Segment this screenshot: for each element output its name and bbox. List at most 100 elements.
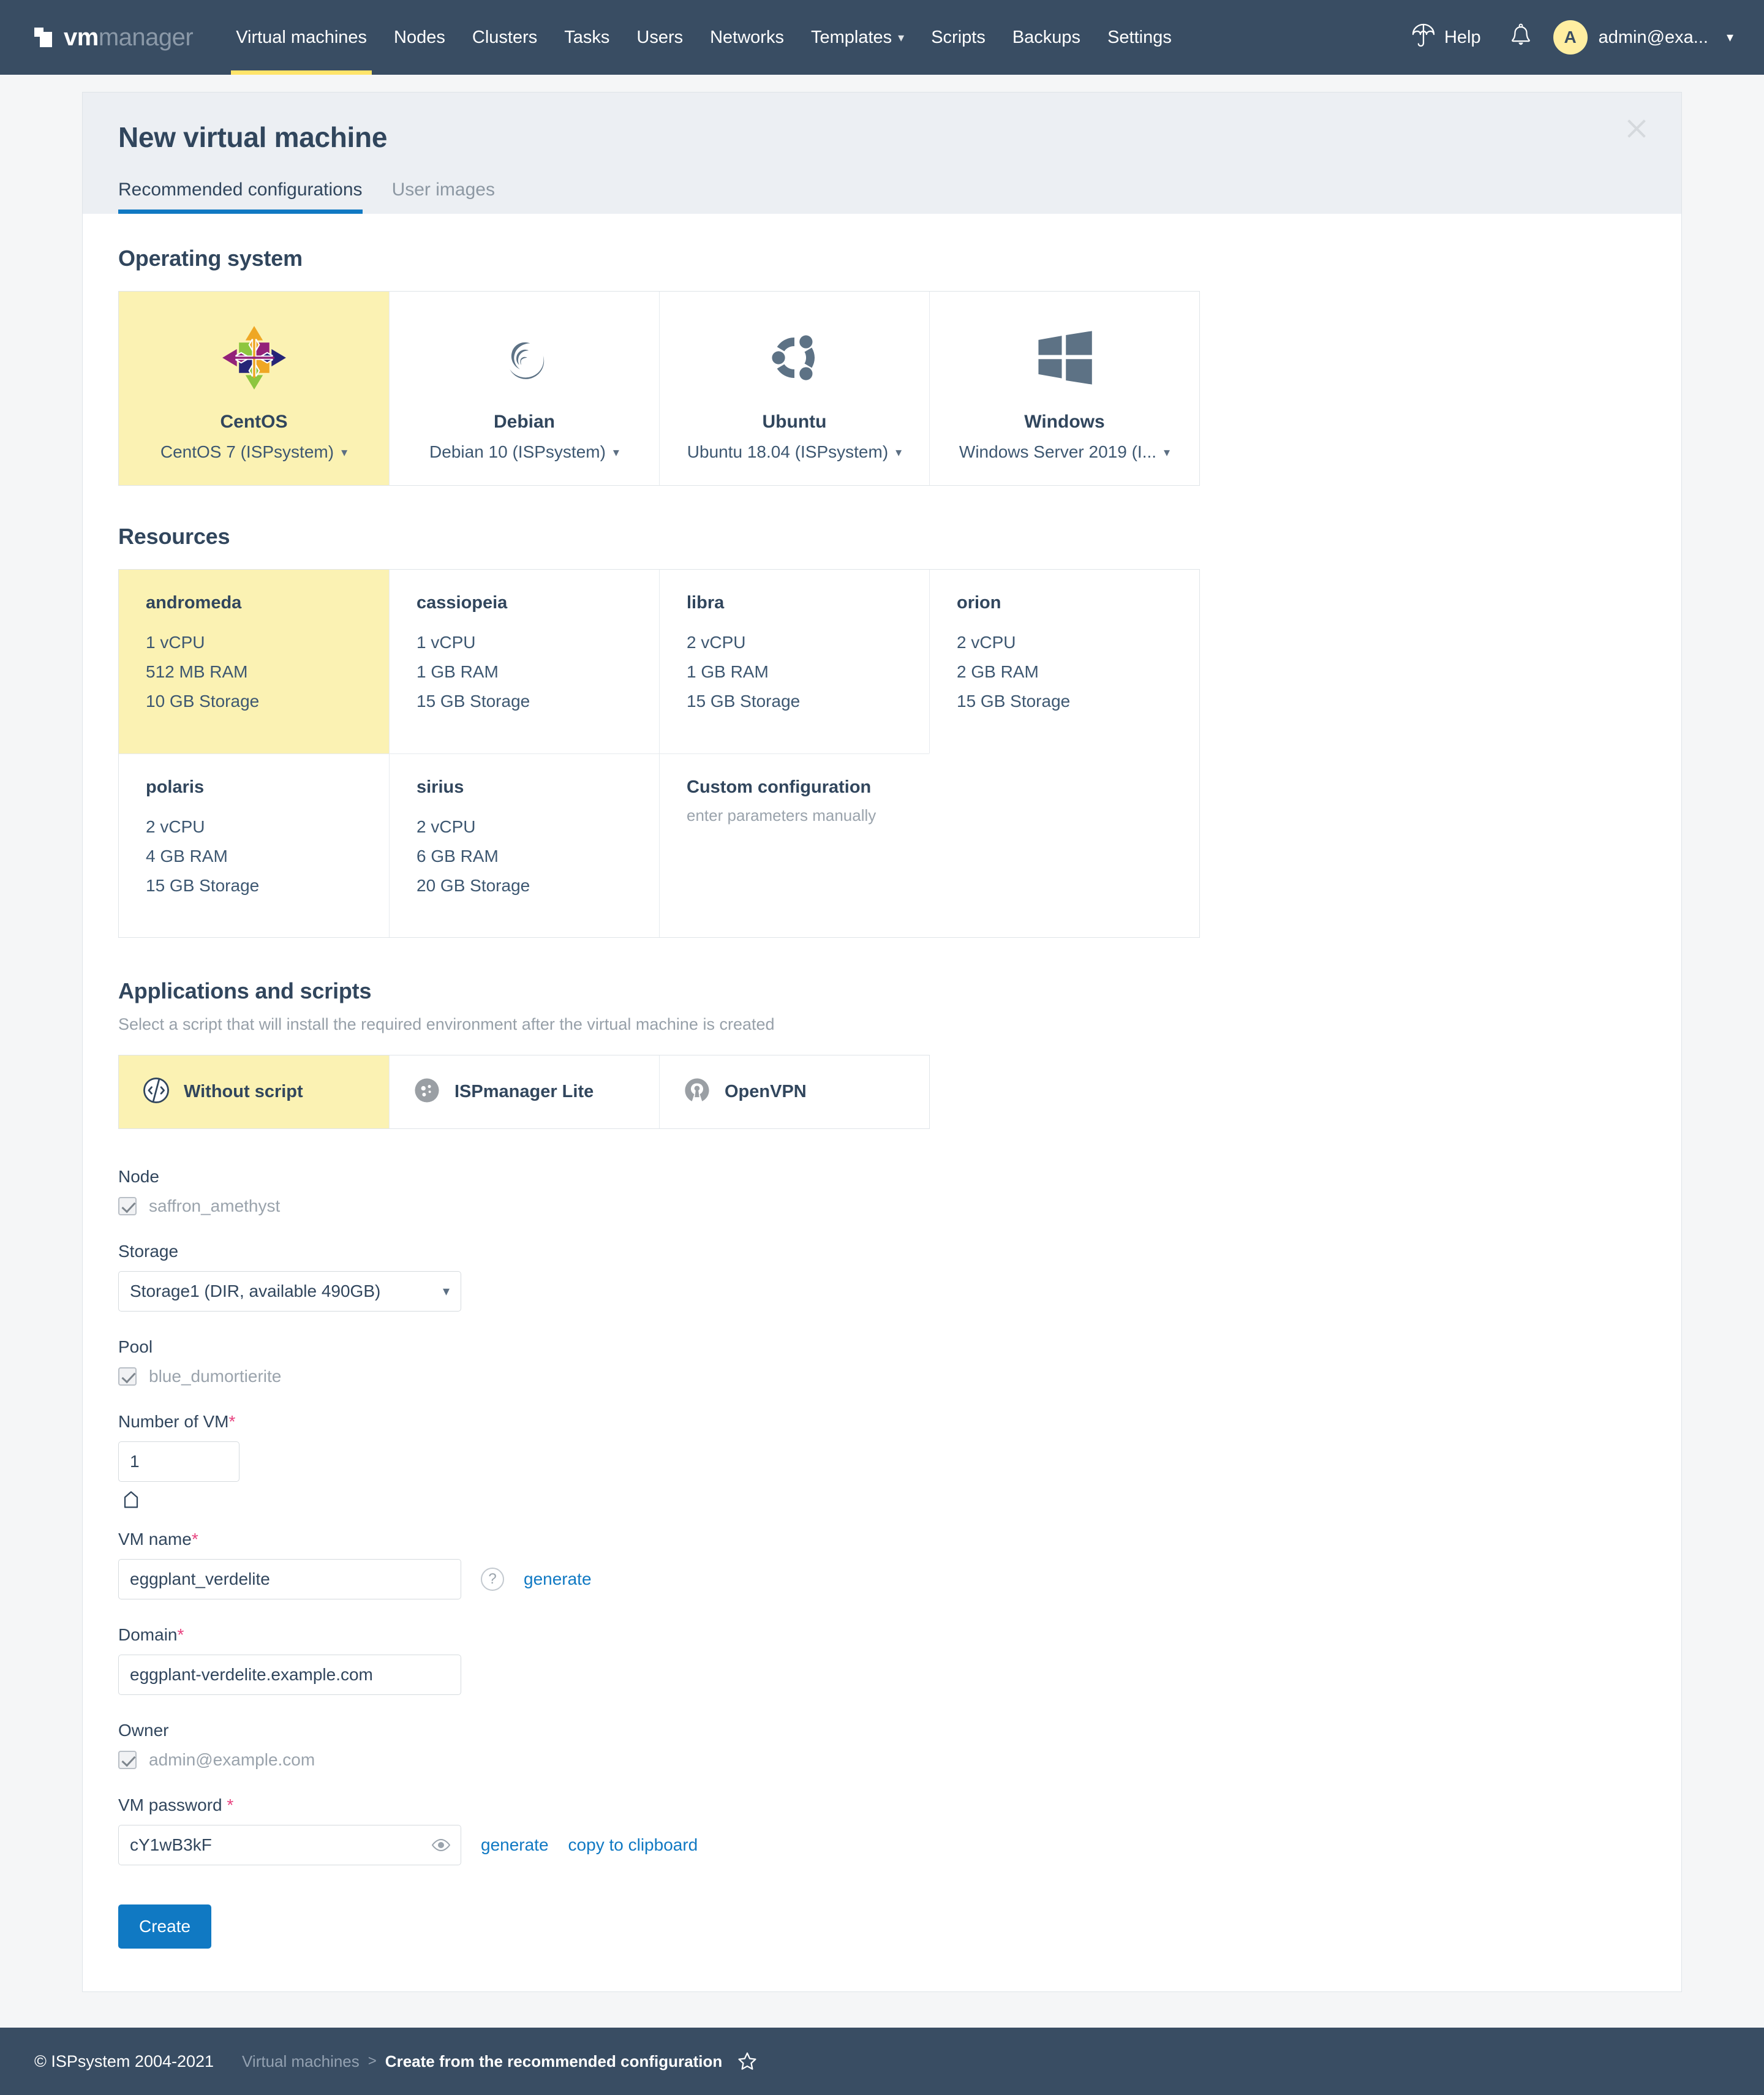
operating-system-grid: CentOS CentOS 7 (ISPsystem) ▾ Debian Deb… [118, 291, 1200, 486]
nav-item-nodes[interactable]: Nodes [380, 0, 459, 75]
resource-storage: 20 GB Storage [417, 876, 530, 895]
script-card-ispmanager-lite[interactable]: ISPmanager Lite [389, 1055, 659, 1128]
node-checkbox[interactable] [118, 1197, 137, 1215]
owner-checkbox-row[interactable]: admin@example.com [118, 1750, 1646, 1770]
pool-checkbox[interactable] [118, 1367, 137, 1386]
help-icon[interactable]: ? [481, 1568, 504, 1591]
os-version-label: Windows Server 2019 (I... [959, 442, 1157, 461]
resource-cpu: 1 vCPU [417, 633, 476, 652]
notifications-button[interactable] [1494, 23, 1547, 52]
os-version-selector[interactable]: Debian 10 (ISPsystem) ▾ [429, 442, 619, 462]
resource-card-polaris[interactable]: polaris 2 vCPU 4 GB RAM 15 GB Storage [119, 753, 389, 937]
generate-vm-name-link[interactable]: generate [524, 1569, 592, 1589]
domain-input[interactable]: eggplant-verdelite.example.com [118, 1655, 461, 1695]
resource-name: libra [687, 593, 725, 613]
top-navigation-bar: vm manager Virtual machines Nodes Cluste… [0, 0, 1764, 75]
node-checkbox-row[interactable]: saffron_amethyst [118, 1196, 1646, 1216]
page-title: New virtual machine [118, 121, 388, 153]
resource-card-cassiopeia[interactable]: cassiopeia 1 vCPU 1 GB RAM 15 GB Storage [389, 570, 659, 753]
script-label: OpenVPN [725, 1082, 807, 1101]
tab-user-images[interactable]: User images [392, 179, 495, 214]
os-version-selector[interactable]: Ubuntu 18.04 (ISPsystem) ▾ [687, 442, 902, 462]
vm-password-row: cY1wB3kF generate copy to clipboard [118, 1825, 1646, 1865]
resource-card-custom-configuration[interactable]: Custom configuration enter parameters ma… [659, 753, 929, 937]
resource-ram: 6 GB RAM [417, 847, 499, 866]
os-version-label: Ubuntu 18.04 (ISPsystem) [687, 442, 889, 461]
nav-item-backups[interactable]: Backups [999, 0, 1094, 75]
os-card-centos[interactable]: CentOS CentOS 7 (ISPsystem) ▾ [119, 292, 389, 485]
nav-label: Nodes [394, 27, 445, 47]
storage-select[interactable]: Storage1 (DIR, available 490GB) ▾ [118, 1271, 461, 1312]
os-version-selector[interactable]: CentOS 7 (ISPsystem) ▾ [160, 442, 347, 462]
owner-label: Owner [118, 1721, 169, 1740]
nav-label: Tasks [564, 27, 610, 47]
stepper-pointer-icon [123, 1490, 139, 1509]
pool-value: blue_dumortierite [149, 1367, 282, 1386]
nav-item-networks[interactable]: Networks [696, 0, 797, 75]
nav-label: Backups [1012, 27, 1081, 47]
node-label: Node [118, 1167, 159, 1186]
resource-card-libra[interactable]: libra 2 vCPU 1 GB RAM 15 GB Storage [659, 570, 929, 753]
app-logo[interactable]: vm manager [34, 0, 194, 75]
os-card-ubuntu[interactable]: Ubuntu Ubuntu 18.04 (ISPsystem) ▾ [659, 292, 929, 485]
os-card-debian[interactable]: Debian Debian 10 (ISPsystem) ▾ [389, 292, 659, 485]
resource-card-andromeda[interactable]: andromeda 1 vCPU 512 MB RAM 10 GB Storag… [119, 570, 389, 753]
nav-item-clusters[interactable]: Clusters [459, 0, 551, 75]
nav-item-virtual-machines[interactable]: Virtual machines [222, 0, 380, 75]
vm-password-wrapper: cY1wB3kF [118, 1825, 461, 1865]
avatar: A [1553, 20, 1588, 55]
vm-name-row: eggplant_verdelite ? generate [118, 1559, 1646, 1599]
star-favorite-icon[interactable] [737, 2051, 758, 2072]
nav-item-templates[interactable]: Templates ▾ [797, 0, 918, 75]
new-vm-panel: New virtual machine Recommended configur… [82, 92, 1682, 1992]
breadcrumb-separator: > [368, 2053, 377, 2069]
os-card-windows[interactable]: Windows Windows Server 2019 (I... ▾ [929, 292, 1199, 485]
openvpn-icon [683, 1076, 711, 1108]
resource-storage: 15 GB Storage [957, 692, 1071, 711]
number-of-vm-input[interactable]: 1 [118, 1441, 239, 1482]
vm-password-input[interactable]: cY1wB3kF [118, 1825, 461, 1865]
help-label: Help [1444, 27, 1481, 47]
required-asterisk: * [191, 1530, 198, 1549]
storage-value: Storage1 (DIR, available 490GB) [130, 1282, 381, 1300]
help-glyph: ? [488, 1571, 497, 1587]
help-button[interactable]: Help [1398, 22, 1494, 53]
resource-cpu: 2 vCPU [146, 817, 205, 836]
close-icon[interactable] [1623, 115, 1651, 143]
nav-item-settings[interactable]: Settings [1094, 0, 1185, 75]
resource-storage: 15 GB Storage [417, 692, 530, 711]
copy-to-clipboard-link[interactable]: copy to clipboard [568, 1835, 698, 1855]
vm-name-value: eggplant_verdelite [130, 1569, 270, 1588]
ubuntu-logo-icon [758, 317, 831, 398]
user-menu[interactable]: A admin@exa... ▾ [1547, 20, 1733, 55]
resource-storage: 15 GB Storage [687, 692, 801, 711]
username-label: admin@exa... [1598, 27, 1708, 47]
resource-ram: 512 MB RAM [146, 662, 248, 681]
nav-label: Users [636, 27, 684, 47]
node-value: saffron_amethyst [149, 1196, 281, 1215]
centos-logo-icon [218, 317, 290, 398]
owner-checkbox[interactable] [118, 1751, 137, 1769]
panel-header: New virtual machine Recommended configur… [83, 92, 1681, 214]
os-version-label: CentOS 7 (ISPsystem) [160, 442, 334, 461]
pool-checkbox-row[interactable]: blue_dumortierite [118, 1367, 1646, 1386]
resource-card-sirius[interactable]: sirius 2 vCPU 6 GB RAM 20 GB Storage [389, 753, 659, 937]
chevron-down-icon: ▾ [1164, 445, 1170, 459]
eye-toggle-icon[interactable] [431, 1838, 451, 1852]
nav-item-users[interactable]: Users [623, 0, 696, 75]
vm-name-label: VM name* [118, 1530, 1646, 1549]
tab-recommended-configurations[interactable]: Recommended configurations [118, 179, 363, 214]
custom-config-subtitle: enter parameters manually [687, 806, 876, 825]
nav-item-tasks[interactable]: Tasks [551, 0, 623, 75]
resource-card-orion[interactable]: orion 2 vCPU 2 GB RAM 15 GB Storage [929, 570, 1199, 753]
breadcrumb-parent[interactable]: Virtual machines [242, 2052, 360, 2071]
nav-item-scripts[interactable]: Scripts [918, 0, 999, 75]
generate-password-link[interactable]: generate [481, 1835, 549, 1855]
script-card-openvpn[interactable]: OpenVPN [659, 1055, 929, 1128]
resource-ram: 4 GB RAM [146, 847, 228, 866]
script-card-without-script[interactable]: Without script [119, 1055, 389, 1128]
vm-name-input[interactable]: eggplant_verdelite [118, 1559, 461, 1599]
create-button[interactable]: Create [118, 1904, 212, 1949]
os-version-selector[interactable]: Windows Server 2019 (I... ▾ [959, 442, 1170, 462]
chevron-down-icon: ▾ [898, 31, 905, 45]
